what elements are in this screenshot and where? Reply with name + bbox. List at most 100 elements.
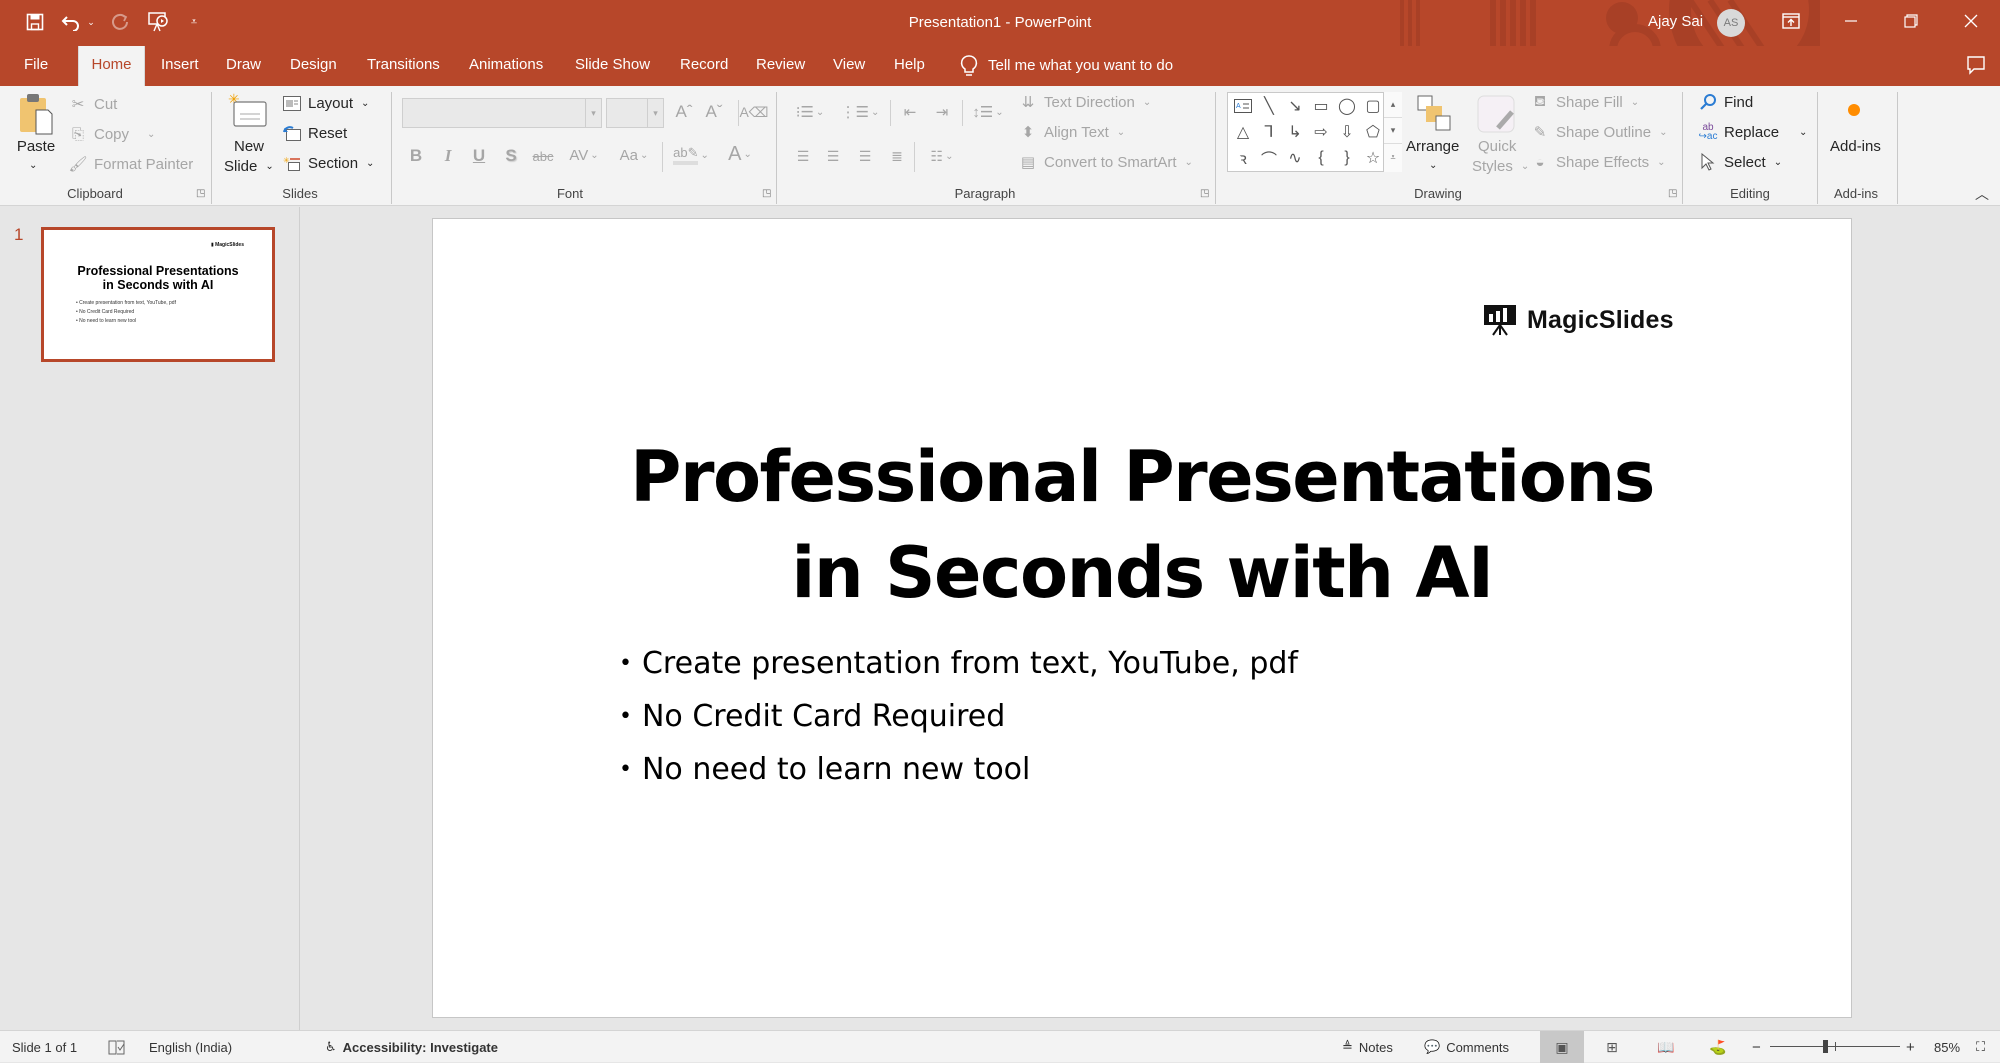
elbow-arrow-connector-shape-icon[interactable]: ↳ (1284, 121, 1306, 143)
drawing-launcher-icon[interactable]: ◳ (1668, 188, 1677, 199)
slide-thumbnail[interactable]: ▮ MagicSlides Professional Presentations… (41, 227, 275, 362)
arrange-button[interactable]: Arrange (1406, 138, 1459, 155)
zoom-level[interactable]: 85% (1934, 1031, 1960, 1063)
zoom-slider-thumb[interactable] (1823, 1040, 1828, 1053)
comments-button[interactable]: 💬 Comments (1424, 1031, 1509, 1063)
chevron-down-icon[interactable]: ▾ (647, 99, 663, 127)
curve-shape-icon[interactable]: ∿ (1284, 147, 1306, 169)
slide-sorter-view-button[interactable]: ⊞ (1590, 1031, 1634, 1063)
tab-record[interactable]: Record (670, 46, 738, 86)
tab-help[interactable]: Help (884, 46, 935, 86)
freeform-shape-icon[interactable]: ⬠ (1362, 121, 1384, 143)
star-shape-icon[interactable]: ☆ (1362, 147, 1384, 169)
tab-insert[interactable]: Insert (151, 46, 209, 86)
chevron-down-icon[interactable]: ▾ (585, 99, 601, 127)
fit-to-window-icon[interactable]: ⛶ (1976, 1031, 1985, 1063)
strikethrough-icon: abc (532, 148, 554, 164)
language-indicator[interactable]: English (India) (149, 1031, 232, 1063)
ribbon-display-options-icon[interactable] (1768, 0, 1814, 42)
slide-title[interactable]: Professional Presentations in Seconds wi… (433, 429, 1851, 621)
change-case-icon: Aa ⌄ (619, 146, 649, 164)
section-button[interactable]: ✳ Section ⌄ (282, 153, 374, 173)
paragraph-launcher-icon[interactable]: ◳ (1200, 188, 1209, 199)
slide-counter: Slide 1 of 1 (12, 1039, 78, 1055)
select-label: Select (1724, 153, 1766, 171)
title-bar: ⌄ ⩡ Presentation1 - PowerPoint Ajay Sai … (0, 0, 2000, 46)
tab-slide-show[interactable]: Slide Show (565, 46, 660, 86)
tab-review[interactable]: Review (746, 46, 815, 86)
quick-styles-icon (1476, 94, 1516, 134)
text-direction-button: ⇊ Text Direction ⌄ (1018, 92, 1152, 112)
down-arrow-shape-icon[interactable]: ⇩ (1336, 121, 1358, 143)
slide-bullet-list[interactable]: • Create presentation from text, YouTube,… (619, 637, 1298, 796)
add-ins-button[interactable]: Add-ins (1830, 138, 1881, 155)
zoom-in-button[interactable]: + (1906, 1031, 1915, 1063)
paste-button[interactable]: Paste (17, 138, 55, 155)
line-shape-icon[interactable]: ╲ (1258, 95, 1280, 117)
accessibility-checker[interactable]: ♿ Accessibility: Investigate (325, 1031, 498, 1063)
tab-design[interactable]: Design (280, 46, 347, 86)
shape-outline-label: Shape Outline (1556, 123, 1652, 141)
shapes-gallery[interactable]: A ╲ ↘ ▭ ◯ ▢ △ ⅂ ↳ ⇨ ⇩ ⬠ ꝛ ⌒ ∿ { } ☆ (1227, 92, 1402, 172)
normal-view-button[interactable]: ▣ (1540, 1031, 1584, 1063)
slide-canvas[interactable]: MagicSlides Professional Presentations i… (432, 218, 1852, 1018)
clipboard-launcher-icon[interactable]: ◳ (196, 188, 205, 199)
triangle-shape-icon[interactable]: △ (1232, 121, 1254, 143)
tell-me-search[interactable]: Tell me what you want to do (960, 46, 1173, 86)
elbow-connector-shape-icon[interactable]: ⅂ (1258, 121, 1280, 143)
new-slide-label-1[interactable]: New (234, 138, 264, 155)
notes-button[interactable]: ≜ Notes (1342, 1031, 1393, 1063)
user-name[interactable]: Ajay Sai (1648, 13, 1703, 30)
replace-button[interactable]: ab ↪ac Replace ⌄ (1698, 122, 1808, 142)
select-button[interactable]: Select ⌄ (1698, 152, 1782, 172)
right-arrow-shape-icon[interactable]: ⇨ (1310, 121, 1332, 143)
more-shapes-icon[interactable]: ⩡ (1384, 144, 1402, 170)
add-ins-icon[interactable] (1848, 104, 1860, 116)
arrange-icon[interactable] (1416, 94, 1456, 134)
layout-button[interactable]: Layout ⌄ (282, 93, 369, 113)
collapse-ribbon-icon[interactable]: ︿ (1975, 184, 1989, 204)
shapes-gallery-scroll[interactable]: ▴ ▾ ⩡ (1383, 92, 1402, 172)
tab-draw[interactable]: Draw (216, 46, 271, 86)
spelling-check-icon[interactable] (108, 1031, 126, 1063)
tab-animations[interactable]: Animations (459, 46, 553, 86)
comments-icon[interactable] (1956, 46, 1996, 86)
group-separator (391, 92, 392, 204)
rectangle-shape-icon[interactable]: ▭ (1310, 95, 1332, 117)
close-icon[interactable] (1948, 0, 1994, 42)
font-size-input[interactable]: ▾ (606, 98, 664, 128)
left-brace-shape-icon[interactable]: { (1310, 147, 1332, 169)
tab-transitions[interactable]: Transitions (357, 46, 450, 86)
text-box-shape-icon[interactable]: A (1232, 95, 1254, 117)
find-button[interactable]: Find (1698, 92, 1753, 112)
paint-bucket-icon: ⛾ (1533, 92, 1547, 110)
font-name-input[interactable]: ▾ (402, 98, 602, 128)
zoom-out-button[interactable]: − (1752, 1031, 1761, 1063)
scribble-shape-icon[interactable]: ꝛ (1232, 147, 1254, 169)
arc-shape-icon[interactable]: ⌒ (1258, 147, 1280, 169)
oval-shape-icon[interactable]: ◯ (1336, 95, 1358, 117)
tab-view[interactable]: View (823, 46, 875, 86)
right-brace-shape-icon[interactable]: } (1336, 147, 1358, 169)
scroll-down-icon[interactable]: ▾ (1384, 118, 1402, 144)
reading-view-button[interactable]: 📖 (1644, 1031, 1688, 1063)
zoom-slider-center-tick (1835, 1042, 1836, 1051)
slide-show-view-button[interactable]: ⛳ (1696, 1031, 1740, 1063)
minimize-icon[interactable] (1828, 0, 1874, 42)
avatar[interactable]: AS (1717, 9, 1745, 37)
tab-file[interactable]: File (14, 46, 58, 86)
rounded-rectangle-shape-icon[interactable]: ▢ (1362, 95, 1384, 117)
restore-icon[interactable] (1888, 0, 1934, 42)
arrange-dropdown-icon[interactable]: ⌄ (1429, 160, 1437, 171)
arrow-line-shape-icon[interactable]: ↘ (1284, 95, 1306, 117)
paste-icon[interactable] (18, 92, 54, 136)
font-launcher-icon[interactable]: ◳ (762, 188, 771, 199)
magicslides-logo[interactable]: MagicSlides (1483, 303, 1674, 337)
new-slide-button[interactable]: Slide ⌄ (224, 158, 274, 175)
new-slide-icon[interactable]: ✳ (228, 91, 268, 132)
reset-button[interactable]: Reset (282, 123, 347, 143)
tab-home[interactable]: Home (78, 46, 145, 86)
scroll-up-icon[interactable]: ▴ (1384, 92, 1402, 118)
lightbulb-icon (960, 55, 978, 76)
paste-dropdown-icon[interactable]: ⌄ (29, 160, 37, 171)
